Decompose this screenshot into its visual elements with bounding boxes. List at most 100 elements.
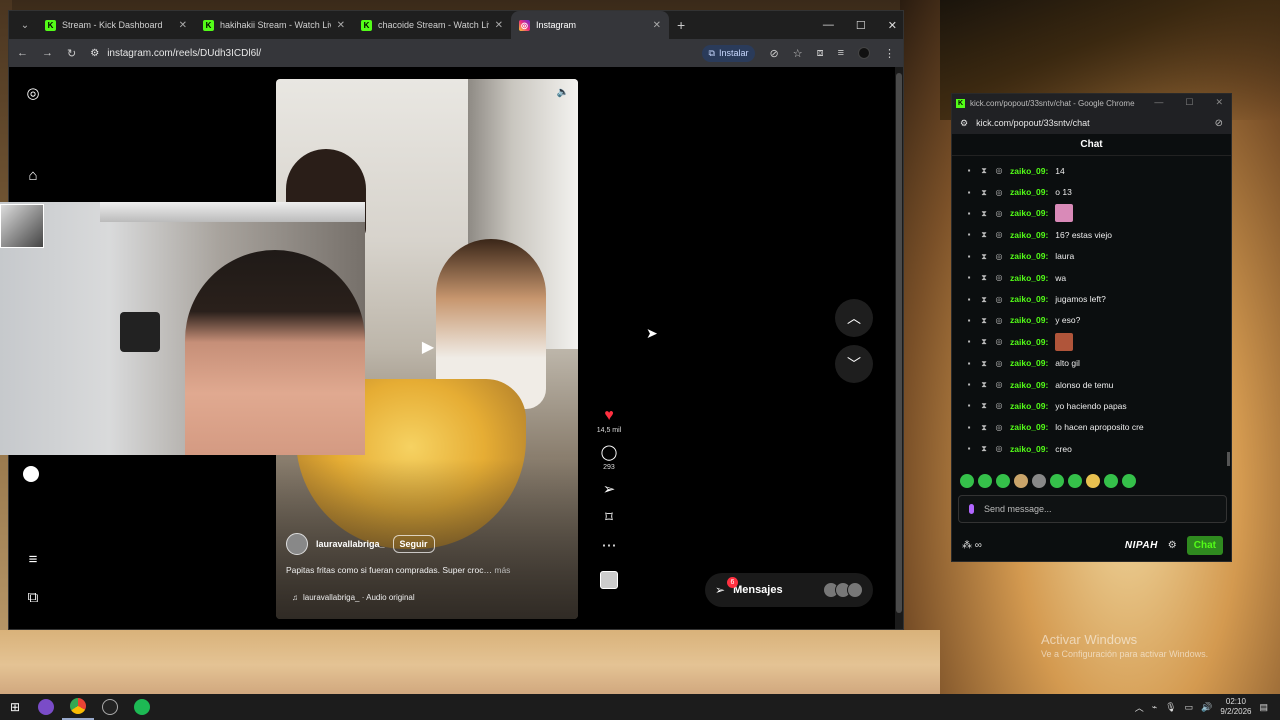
emote-icon[interactable]: [1104, 474, 1118, 488]
chat-username[interactable]: zaiko_09:: [1010, 444, 1048, 454]
chat-message[interactable]: ▪ ⧗ ◎ zaiko_09: y eso?: [952, 310, 1233, 331]
chat-username[interactable]: zaiko_09:: [1010, 273, 1048, 283]
home-icon[interactable]: ⌂: [24, 167, 42, 185]
next-reel-button[interactable]: ﹀: [835, 345, 873, 383]
gear-icon[interactable]: ⚙: [1168, 540, 1177, 551]
reel-audio[interactable]: ♫ lauravallabriga_ · Audio original: [292, 593, 415, 602]
author-username[interactable]: lauravallabriga_: [316, 539, 385, 549]
omnibox[interactable]: ⚙ instagram.com/reels/DUdh3ICDl6l/: [90, 48, 687, 59]
close-tab-icon[interactable]: ✕: [337, 20, 345, 31]
speaker-icon[interactable]: 🔊: [1201, 702, 1212, 713]
chat-tools-icon[interactable]: ⁂ ∞: [962, 540, 982, 551]
chat-username[interactable]: zaiko_09:: [1010, 380, 1048, 390]
more-options-action[interactable]: ⋯: [602, 537, 617, 555]
eye-off-icon[interactable]: ⊘: [1215, 118, 1223, 129]
bookmark-star-icon[interactable]: ☆: [793, 47, 803, 60]
instagram-profile-dot[interactable]: [23, 466, 39, 482]
send-message-input[interactable]: Send message...: [958, 495, 1227, 523]
chat-message[interactable]: ▪ ⧗ ◎ zaiko_09: o 13: [952, 181, 1233, 202]
extensions-icon[interactable]: ⧈: [817, 47, 824, 60]
save-action[interactable]: ⌑: [605, 509, 613, 527]
more-dots-icon[interactable]: ⋯: [602, 537, 617, 555]
close-tab-icon[interactable]: ✕: [495, 20, 503, 31]
emote-icon[interactable]: [978, 474, 992, 488]
notifications-icon[interactable]: ▤: [1259, 702, 1268, 713]
chat-message[interactable]: ▪ ⧗ ◎ zaiko_09: creo: [952, 438, 1233, 459]
emote-icon[interactable]: [996, 474, 1010, 488]
back-icon[interactable]: ←: [17, 47, 28, 59]
emote-icon[interactable]: [1032, 474, 1046, 488]
network-icon[interactable]: ⌁: [1152, 702, 1157, 713]
clock[interactable]: 02:10 9/2/2026: [1220, 697, 1251, 717]
chat-username[interactable]: zaiko_09:: [1010, 187, 1048, 197]
chat-message[interactable]: ▪ ⧗ ◎ zaiko_09: lo hacen aproposito cre: [952, 417, 1233, 438]
chat-message[interactable]: ▪ ⧗ ◎ zaiko_09:: [952, 331, 1233, 352]
menu-hamburger-icon[interactable]: ≡: [24, 551, 42, 569]
eye-off-icon[interactable]: ⊘: [769, 47, 778, 60]
close-tab-icon[interactable]: ✕: [179, 20, 187, 31]
page-scrollbar[interactable]: [895, 67, 903, 629]
forward-icon[interactable]: →: [42, 47, 53, 59]
chat-username[interactable]: zaiko_09:: [1010, 251, 1048, 261]
emote-icon[interactable]: [1014, 474, 1028, 488]
emote-icon[interactable]: [1122, 474, 1136, 488]
author-avatar[interactable]: [286, 533, 308, 555]
chat-message[interactable]: ▪ ⧗ ◎ zaiko_09: 14: [952, 160, 1233, 181]
chat-username[interactable]: zaiko_09:: [1010, 337, 1048, 347]
chat-message-list[interactable]: ▪ ⧗ ◎ zaiko_09: 14 ▪ ⧗ ◎ zaiko_09: o 13 ▪ ⧗ ◎ zaiko_0…: [952, 160, 1233, 470]
emote-icon[interactable]: [1068, 474, 1082, 488]
new-tab-button[interactable]: +: [677, 17, 685, 33]
chat-message[interactable]: ▪ ⧗ ◎ zaiko_09: 16? estas viejo: [952, 224, 1233, 245]
reload-icon[interactable]: ↻: [67, 47, 76, 60]
nipah-label[interactable]: NIPAH: [1125, 540, 1158, 551]
chat-message[interactable]: ▪ ⧗ ◎ zaiko_09: jugamos left?: [952, 288, 1233, 309]
comment-icon[interactable]: ◯: [601, 444, 618, 462]
install-app-button[interactable]: ⧉ Instalar: [701, 44, 756, 62]
share-action[interactable]: ➢: [603, 481, 616, 499]
start-icon[interactable]: ⊞: [0, 700, 30, 714]
chat-message[interactable]: ▪ ⧗ ◎ zaiko_09: laura: [952, 246, 1233, 267]
chat-message[interactable]: ▪ ⧗ ◎ zaiko_09: wa: [952, 267, 1233, 288]
previous-reel-button[interactable]: ︿: [835, 299, 873, 337]
tab-instagram[interactable]: ◎ Instagram ✕: [511, 11, 669, 39]
tab-kick-dashboard[interactable]: K Stream - Kick Dashboard ✕: [37, 11, 195, 39]
chat-username[interactable]: zaiko_09:: [1010, 401, 1048, 411]
chat-message[interactable]: ▪ ⧗ ◎ zaiko_09: alonso de temu: [952, 374, 1233, 395]
chat-username[interactable]: zaiko_09:: [1010, 315, 1048, 325]
profile-avatar[interactable]: [858, 47, 870, 59]
like-action[interactable]: ♥ 14,5 mil: [597, 407, 622, 434]
audio-thumbnail[interactable]: [600, 571, 618, 589]
chat-username[interactable]: zaiko_09:: [1010, 208, 1048, 218]
scrollbar-thumb[interactable]: [896, 73, 902, 613]
close-tab-icon[interactable]: ✕: [653, 20, 661, 31]
display-icon[interactable]: ▭: [1185, 702, 1194, 713]
volume-icon[interactable]: 🔈: [556, 87, 570, 101]
taskbar-app-messenger[interactable]: [30, 694, 62, 720]
taskbar-app-chrome[interactable]: [62, 694, 94, 720]
taskbar-app-obs[interactable]: [94, 694, 126, 720]
chat-username[interactable]: zaiko_09:: [1010, 294, 1048, 304]
emote-icon[interactable]: [1050, 474, 1064, 488]
instagram-logo-icon[interactable]: ◎: [24, 85, 42, 103]
chat-username[interactable]: zaiko_09:: [1010, 166, 1048, 176]
share-icon[interactable]: ➢: [603, 481, 616, 499]
media-control-icon[interactable]: ≡: [838, 47, 844, 59]
taskbar-app-spotify[interactable]: [126, 694, 158, 720]
tab-hakihakii-stream[interactable]: K hakihakii Stream - Watch Live o ✕: [195, 11, 353, 39]
menu-kebab-icon[interactable]: ⋮: [884, 47, 895, 60]
tab-chacoide-stream[interactable]: K chacoide Stream - Watch Live o ✕: [353, 11, 511, 39]
caption-more-link[interactable]: más: [494, 565, 510, 575]
site-info-icon[interactable]: ⚙: [90, 48, 99, 59]
heart-icon[interactable]: ♥: [604, 407, 614, 425]
follow-button[interactable]: Seguir: [392, 535, 435, 553]
maximize-icon[interactable]: ☐: [1185, 97, 1193, 108]
close-window-icon[interactable]: ✕: [888, 19, 897, 32]
chat-username[interactable]: zaiko_09:: [1010, 230, 1048, 240]
minimize-icon[interactable]: —: [1154, 97, 1163, 108]
microphone-icon[interactable]: 🎙: [1165, 702, 1176, 713]
more-apps-icon[interactable]: ⧉: [24, 589, 42, 607]
tray-overflow-icon[interactable]: ︿: [1135, 701, 1144, 714]
emote-icon[interactable]: [1086, 474, 1100, 488]
chat-send-button[interactable]: Chat: [1186, 535, 1223, 555]
close-window-icon[interactable]: ✕: [1215, 97, 1223, 108]
